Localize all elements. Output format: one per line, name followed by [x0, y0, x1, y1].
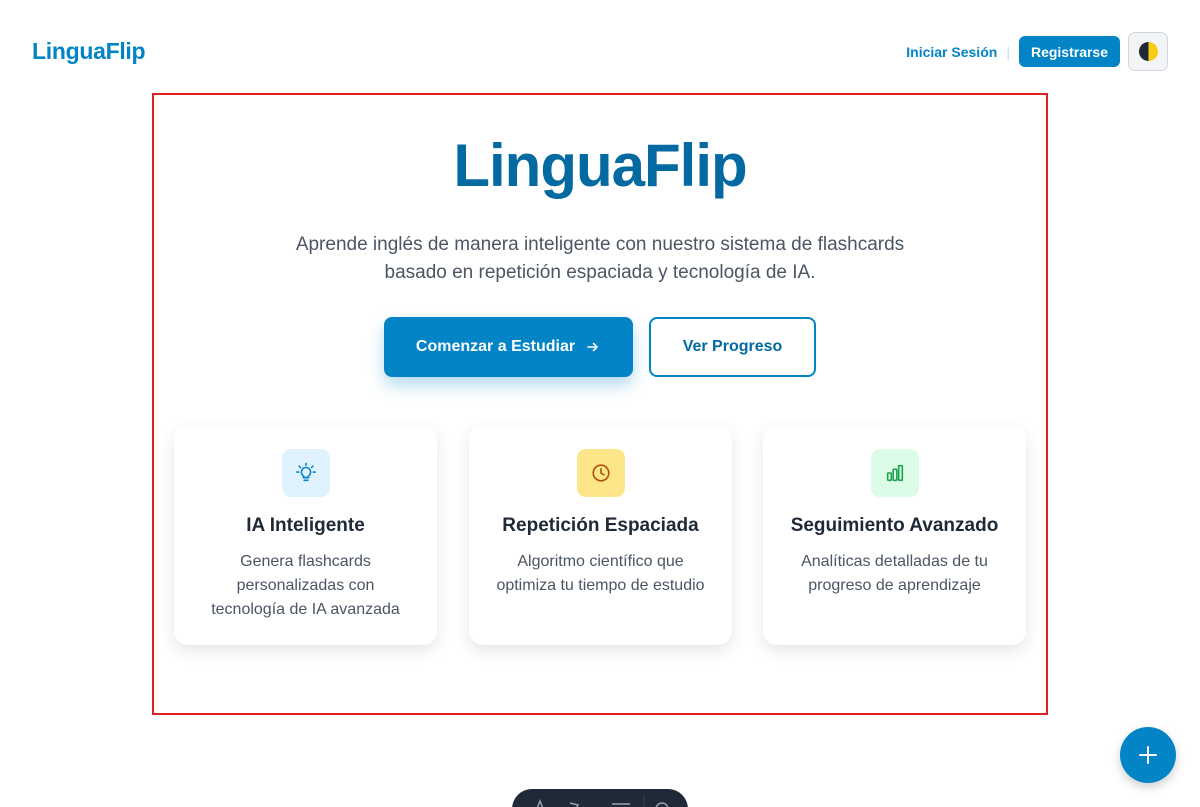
- feature-title: IA Inteligente: [246, 515, 365, 536]
- nav-separator: |: [1006, 43, 1010, 60]
- add-fab-button[interactable]: [1120, 727, 1176, 783]
- feature-description: Genera flashcards personalizadas con tec…: [211, 553, 400, 618]
- top-nav: Iniciar Sesión | Registrarse: [906, 32, 1168, 71]
- start-studying-button[interactable]: Comenzar a Estudiar: [384, 317, 633, 377]
- arrow-right-icon: [587, 342, 598, 352]
- theme-toggle-button[interactable]: [1128, 32, 1168, 71]
- feature-description: Algoritmo científico que optimiza tu tie…: [496, 553, 705, 594]
- gear-icon: [655, 802, 669, 807]
- feature-title: Repetición Espaciada: [502, 515, 699, 536]
- lightbulb-icon: [281, 449, 330, 497]
- brush-icon: [569, 802, 580, 807]
- register-button[interactable]: Registrarse: [1018, 36, 1120, 67]
- plus-icon: [1139, 746, 1157, 764]
- start-studying-label: Comenzar a Estudiar: [415, 338, 576, 355]
- pen-icon: [536, 798, 544, 807]
- bottom-toolbar[interactable]: [512, 789, 688, 807]
- half-moon-icon: [1138, 42, 1158, 61]
- clock-icon: [576, 449, 625, 497]
- feature-card-spaced-repetition: Repetición Espaciada Algoritmo científic…: [469, 425, 732, 645]
- feature-description: Analíticas detalladas de tu progreso de …: [801, 553, 988, 594]
- app-logo[interactable]: LinguaFlip: [32, 38, 146, 65]
- feature-title: Seguimiento Avanzado: [790, 515, 999, 536]
- hero-subtitle: Aprende inglés de manera inteligente con…: [295, 234, 905, 283]
- view-progress-button[interactable]: Ver Progreso: [649, 317, 816, 377]
- feature-card-ai: IA Inteligente Genera flashcards persona…: [174, 425, 437, 645]
- feature-card-tracking: Seguimiento Avanzado Analíticas detallad…: [763, 425, 1026, 645]
- hero-title: LinguaFlip: [453, 132, 747, 199]
- hero-section: LinguaFlip Aprende inglés de manera inte…: [152, 93, 1048, 715]
- login-link[interactable]: Iniciar Sesión: [906, 44, 997, 60]
- bar-chart-icon: [870, 449, 919, 497]
